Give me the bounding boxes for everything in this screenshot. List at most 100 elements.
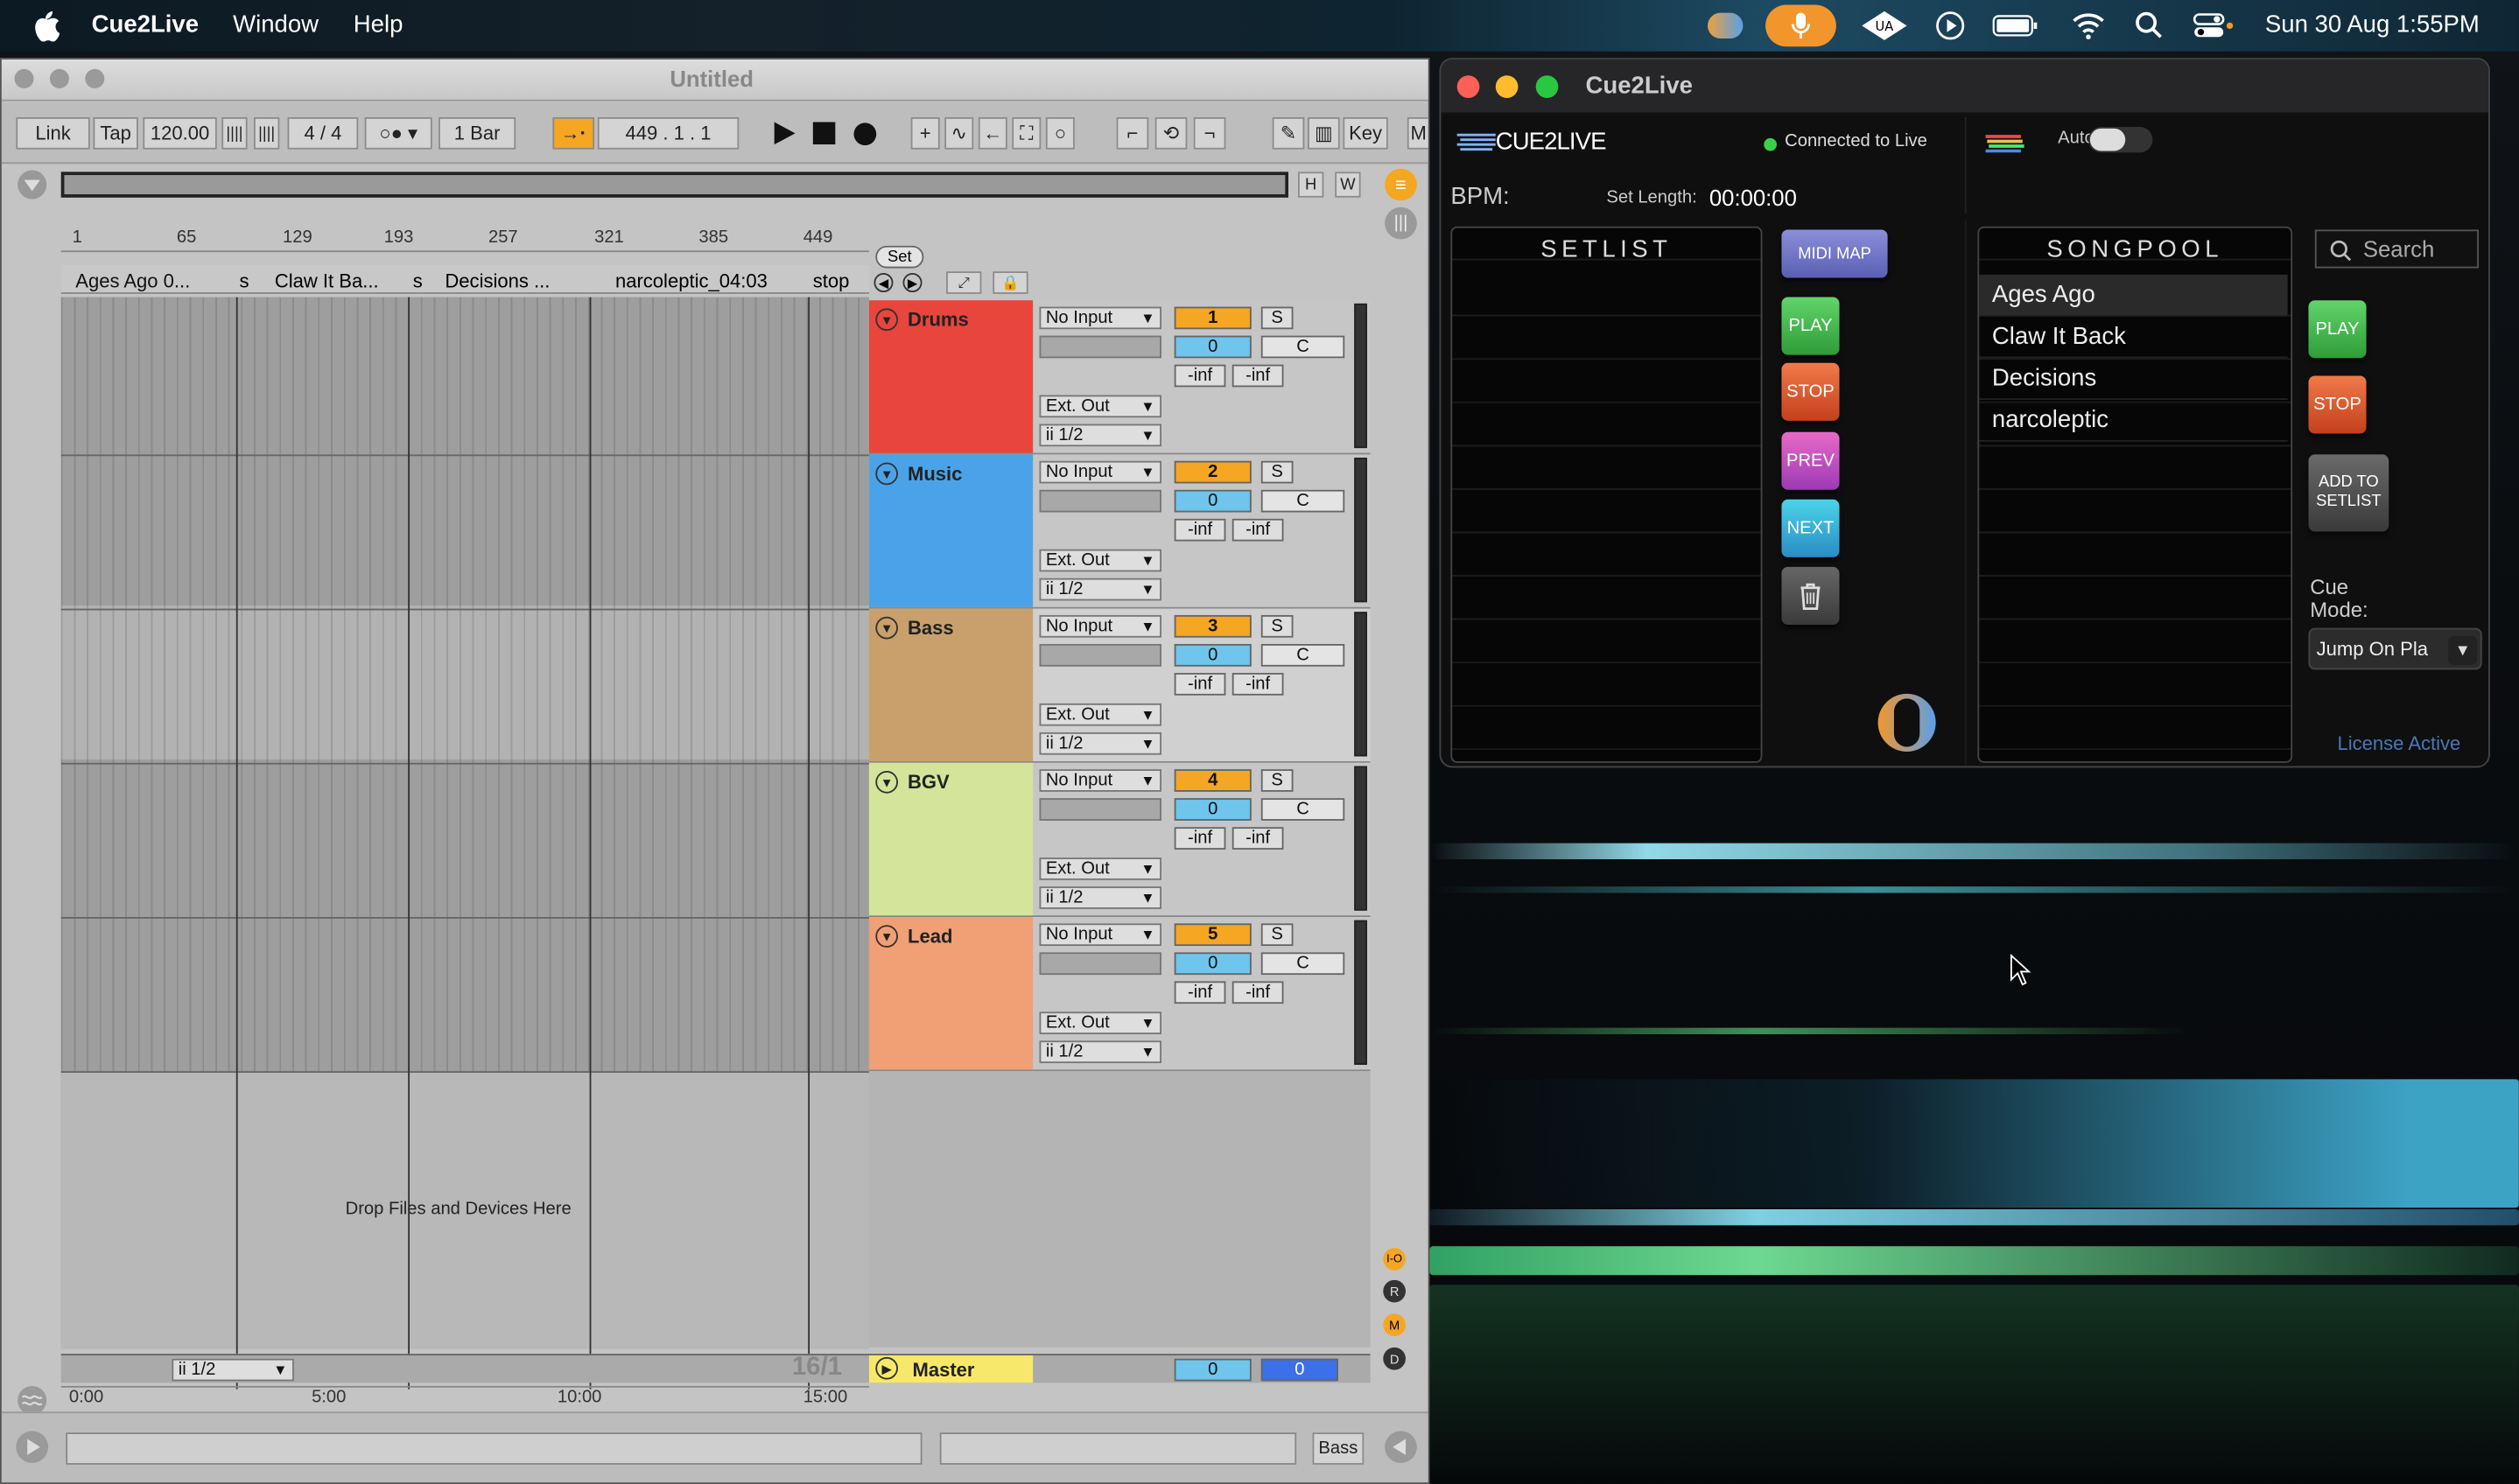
input-channel-menu[interactable] [1039, 643, 1161, 667]
song-item-decisions[interactable]: Decisions [1979, 358, 2288, 401]
output-channel-menu[interactable]: ii 1/2 [1039, 424, 1161, 447]
track-title[interactable]: ▼ Lead [868, 917, 1034, 1070]
pan-field[interactable]: C [1260, 952, 1345, 976]
output-channel-menu[interactable]: ii 1/2 [1039, 732, 1161, 755]
overview-bar[interactable] [60, 172, 1288, 198]
microphone-icon[interactable] [1765, 4, 1836, 47]
set-locator-button[interactable]: Set [875, 245, 924, 269]
battery-icon[interactable] [1992, 13, 2040, 38]
minimize-button[interactable] [1495, 75, 1519, 98]
pan-field[interactable]: C [1260, 335, 1345, 359]
nudge-down-button[interactable]: |||| [221, 116, 248, 150]
loop-punch-out-button[interactable]: ¬ [1193, 116, 1226, 150]
volume-field[interactable]: 0 [1174, 643, 1252, 667]
solo-button[interactable]: S [1260, 614, 1294, 638]
master-volume-field[interactable]: 0 [1174, 1358, 1252, 1382]
tempo-field[interactable]: 120.00 [143, 116, 217, 150]
song-item-ages-ago[interactable]: Ages Ago [1979, 274, 2288, 317]
master-play-icon[interactable]: ▶ [875, 1356, 898, 1380]
add-to-setlist-button[interactable]: ADD TO SETLIST [2308, 454, 2389, 532]
input-channel-menu[interactable] [1039, 489, 1161, 513]
master-output-menu[interactable]: ii 1/2 [172, 1358, 294, 1382]
master-cue-field[interactable]: 0 [1260, 1358, 1338, 1382]
record-icon[interactable] [853, 122, 878, 146]
draw-mode-button[interactable]: ✎ [1272, 116, 1305, 150]
track-activator[interactable]: 2 [1174, 460, 1252, 484]
track-title[interactable]: ▼ Bass [868, 608, 1034, 761]
input-type-menu[interactable]: No Input [1039, 460, 1161, 484]
locator-s[interactable]: s [413, 270, 423, 292]
auto-toggle[interactable] [2088, 126, 2153, 153]
fold-arrow-icon[interactable]: ▼ [875, 462, 898, 486]
returns-toggle-button[interactable]: R [1383, 1279, 1406, 1303]
time-ruler[interactable] [60, 1385, 869, 1409]
output-type-menu[interactable]: Ext. Out [1039, 1012, 1161, 1034]
menu-help[interactable]: Help [354, 11, 403, 38]
output-type-menu[interactable]: Ext. Out [1039, 858, 1161, 880]
re-enable-automation-button[interactable]: ← [978, 116, 1007, 150]
solo-button[interactable]: S [1260, 306, 1294, 330]
track-title[interactable]: ▼ BGV [868, 762, 1034, 916]
prev-button[interactable]: PREV [1781, 431, 1840, 490]
input-channel-menu[interactable] [1039, 798, 1161, 821]
computer-midi-keyboard-button[interactable]: ▥ [1308, 116, 1340, 150]
input-type-menu[interactable]: No Input [1039, 769, 1161, 792]
menu-datetime[interactable]: Sun 30 Aug 1:55PM [2265, 11, 2480, 38]
menu-window[interactable]: Window [233, 11, 319, 38]
output-channel-menu[interactable]: ii 1/2 [1039, 578, 1161, 601]
input-type-menu[interactable]: No Input [1039, 614, 1161, 638]
delay-toggle-button[interactable]: D [1383, 1347, 1406, 1370]
search-field[interactable]: Search [2314, 229, 2480, 269]
ua-icon[interactable]: UA [1860, 10, 1908, 42]
track-activator[interactable]: 5 [1174, 923, 1252, 947]
spotlight-search-icon[interactable] [2135, 11, 2164, 40]
link-button[interactable]: Link [16, 116, 90, 150]
next-locator-button[interactable]: ▶ [902, 273, 923, 293]
close-button[interactable] [14, 68, 34, 88]
volume-field[interactable]: 0 [1174, 798, 1252, 821]
volume-field[interactable]: 0 [1174, 952, 1252, 976]
mixer-toggle-button[interactable]: M [1383, 1313, 1406, 1337]
master-track-title[interactable]: ▶ Master [868, 1355, 1034, 1383]
automation-arm-button[interactable]: ∿ [944, 116, 974, 150]
locator-ages-ago[interactable]: Ages Ago 0... [75, 270, 190, 292]
metronome-button[interactable]: ○● ▾ [364, 116, 432, 150]
io-toggle-button[interactable]: I-O [1383, 1248, 1406, 1270]
expand-button[interactable]: ⤢ [946, 271, 982, 294]
play-circle-icon[interactable] [1936, 11, 1965, 40]
arrangement-filter-icon[interactable] [16, 169, 48, 201]
locator-decisions[interactable]: Decisions ... [445, 270, 550, 292]
track-title[interactable]: ▼ Music [868, 454, 1034, 607]
minimize-button[interactable] [49, 68, 69, 88]
solo-button[interactable]: S [1260, 923, 1294, 947]
pan-field[interactable]: C [1260, 798, 1345, 821]
apple-logo-icon[interactable] [31, 10, 60, 42]
control-center-icon[interactable] [2193, 11, 2235, 40]
menu-app-name[interactable]: Cue2Live [92, 11, 199, 38]
follow-button[interactable]: →· [552, 116, 595, 150]
io-toggle-icon[interactable]: ||| [1385, 206, 1417, 240]
track-title[interactable]: ▼ Drums [868, 300, 1034, 453]
next-button[interactable]: NEXT [1781, 499, 1840, 557]
solo-button[interactable]: S [1260, 460, 1294, 484]
setlist-play-button[interactable]: PLAY [1781, 297, 1840, 355]
browser-toggle-icon[interactable]: ≡ [1385, 168, 1417, 201]
fold-arrow-icon[interactable]: ▼ [875, 770, 898, 794]
output-type-menu[interactable]: Ext. Out [1039, 703, 1161, 726]
setlist-panel[interactable] [1450, 226, 1763, 763]
fold-arrow-icon[interactable]: ▼ [875, 925, 898, 948]
input-channel-menu[interactable] [1039, 335, 1161, 359]
input-type-menu[interactable]: No Input [1039, 923, 1161, 947]
locator-s[interactable]: s [239, 270, 249, 292]
stop-icon[interactable] [812, 122, 836, 145]
input-channel-menu[interactable] [1039, 952, 1161, 976]
locator-narcoleptic[interactable]: narcoleptic_04:03 [615, 270, 768, 292]
loop-punch-in-button[interactable]: ⌐ [1116, 116, 1149, 150]
track-activator[interactable]: 3 [1174, 614, 1252, 638]
zoom-button[interactable] [85, 68, 105, 88]
info-view-toggle-icon[interactable] [15, 1430, 50, 1465]
fold-arrow-icon[interactable]: ▼ [875, 308, 898, 332]
song-item-narcoleptic[interactable]: narcoleptic [1979, 400, 2288, 442]
cue-mode-select[interactable]: Jump On Pla ▼ [2308, 627, 2482, 670]
lock-button[interactable]: 🔒 [993, 271, 1028, 294]
